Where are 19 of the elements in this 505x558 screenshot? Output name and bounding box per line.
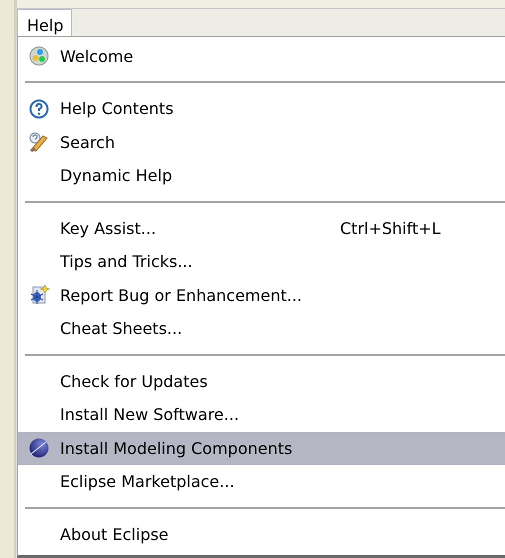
welcome-icon [29,46,49,66]
menu-item[interactable]: Dynamic Help [18,159,505,192]
bug-report-icon [28,284,50,306]
menu-item[interactable]: Check for Updates [18,364,505,398]
menu-item[interactable]: Key Assist... Ctrl+Shift+L [18,212,505,245]
menu-bar-item[interactable]: Help [17,9,72,36]
menu-item[interactable]: Tips and Tricks... [18,245,505,278]
search-icon [28,132,50,152]
sphere-icon [28,437,50,460]
menu-item[interactable]: Report Bug or Enhancement... [18,278,505,312]
menu-item[interactable]: Install New Software... [18,398,505,432]
menu-item[interactable]: Cheat Sheets... [18,312,505,346]
menu-item[interactable]: Install Modeling Components [18,432,505,465]
menu-item[interactable]: Welcome [18,40,505,73]
menu-item[interactable]: Search [18,126,505,159]
help-icon [29,98,49,119]
menu-item[interactable]: About Eclipse [18,518,505,551]
menu-item[interactable]: Help Contents [18,92,505,126]
menu-item[interactable]: Eclipse Marketplace... [18,465,505,498]
